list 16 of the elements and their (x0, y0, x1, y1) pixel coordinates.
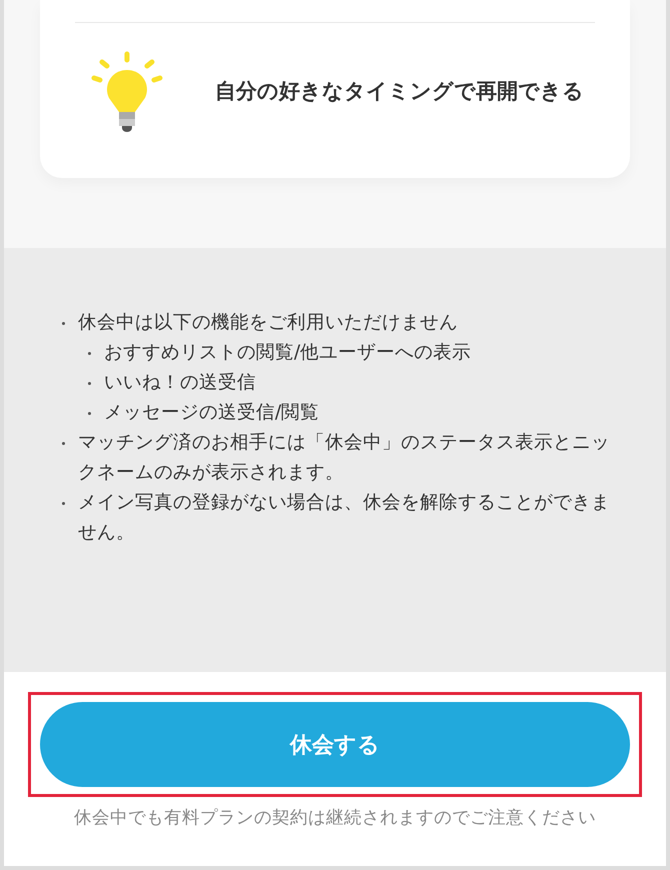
bullet-icon (62, 502, 64, 504)
bullet-icon (62, 442, 64, 444)
note-text: メイン写真の登録がない場合は、休会を解除することができません。 (78, 491, 611, 545)
bullet-icon (88, 412, 90, 414)
feature-text: 自分の好きなタイミングで再開できる (215, 78, 584, 104)
lightbulb-icon (91, 50, 163, 132)
suspend-button[interactable]: 休会する (40, 702, 630, 787)
bullet-icon (62, 322, 64, 324)
note-text: 休会中は以下の機能をご利用いただけません (78, 311, 458, 335)
note-text: おすすめリストの閲覧/他ユーザーへの表示 (104, 341, 472, 365)
bullet-icon (88, 382, 90, 384)
note-text: いいね！の送受信 (104, 371, 256, 395)
note-text: メッセージの送受信/閲覧 (104, 401, 320, 425)
bullet-icon (88, 352, 90, 354)
caption-text: 休会中でも有料プランの契約は継続されますのでご注意ください (74, 807, 596, 829)
note-text: マッチング済のお相手には「休会中」のステータス表示とニックネームのみが表示されます。 (78, 431, 611, 485)
